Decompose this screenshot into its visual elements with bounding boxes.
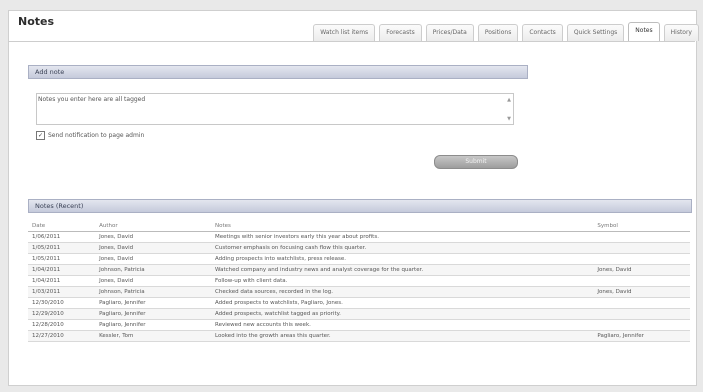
cell-author: Jones, David <box>95 275 211 287</box>
cell-note: Meetings with senior investors early thi… <box>211 231 594 243</box>
add-note-header: Add note <box>28 65 528 79</box>
cell-note: Added prospects to watchlists, Pagliaro,… <box>211 297 594 309</box>
column-header-symbol[interactable]: Symbol <box>593 220 690 232</box>
cell-date: 12/29/2010 <box>28 308 96 320</box>
cell-symbol <box>593 297 690 309</box>
cell-author: Johnson, Patricia <box>95 264 211 276</box>
table-row[interactable]: 1/03/2011 Johnson, Patricia Checked data… <box>28 286 690 298</box>
table-header-row: Date Author Notes Symbol <box>28 220 690 232</box>
table-row[interactable]: 1/06/2011 Jones, David Meetings with sen… <box>28 231 690 243</box>
cell-date: 1/06/2011 <box>28 231 96 243</box>
tab-watch-list[interactable]: Watch list items <box>313 24 376 41</box>
cell-note: Watched company and industry news and an… <box>211 264 594 276</box>
cell-symbol: Pagliaro, Jennifer <box>593 330 690 342</box>
cell-symbol <box>593 253 690 265</box>
tab-quick-settings[interactable]: Quick Settings <box>566 24 625 41</box>
tab-bar: Watch list items Forecasts Prices/Data P… <box>313 22 699 41</box>
cell-note: Customer emphasis on focusing cash flow … <box>211 242 594 254</box>
submit-button[interactable]: Submit <box>434 155 518 169</box>
scroll-down-icon[interactable]: ▼ <box>505 115 513 123</box>
cell-note: Checked data sources, recorded in the lo… <box>211 286 594 298</box>
cell-date: 12/30/2010 <box>28 297 96 309</box>
cell-note: Added prospects, watchlist tagged as pri… <box>211 308 594 320</box>
cell-symbol <box>593 231 690 243</box>
column-header-date[interactable]: Date <box>28 220 96 232</box>
table-row[interactable]: 12/29/2010 Pagliaro, Jennifer Added pros… <box>28 308 690 320</box>
cell-symbol <box>593 308 690 320</box>
column-header-notes[interactable]: Notes <box>211 220 594 232</box>
tab-prices-data[interactable]: Prices/Data <box>425 24 474 41</box>
cell-symbol <box>593 275 690 287</box>
tab-forecasts[interactable]: Forecasts <box>379 24 422 41</box>
cell-date: 12/27/2010 <box>28 330 96 342</box>
cell-author: Johnson, Patricia <box>95 286 211 298</box>
notify-checkbox[interactable]: ✓ <box>36 131 45 140</box>
note-instruction: Notes you enter here are all tagged <box>38 96 146 103</box>
table-row[interactable]: 1/05/2011 Jones, David Customer emphasis… <box>28 242 690 254</box>
cell-author: Pagliaro, Jennifer <box>95 319 211 331</box>
cell-note: Follow-up with client data. <box>211 275 594 287</box>
cell-symbol: Jones, David <box>593 286 690 298</box>
notify-row: ✓ Send notification to page admin <box>36 131 144 140</box>
notes-table: Date Author Notes Symbol 1/06/2011 Jones… <box>28 220 690 342</box>
cell-symbol: Jones, David <box>593 264 690 276</box>
table-row[interactable]: 12/27/2010 Kessler, Tom Looked into the … <box>28 330 690 342</box>
cell-note: Looked into the growth areas this quarte… <box>211 330 594 342</box>
tab-contacts[interactable]: Contacts <box>522 24 563 41</box>
notify-checkbox-label: Send notification to page admin <box>48 132 145 139</box>
table-row[interactable]: 1/04/2011 Johnson, Patricia Watched comp… <box>28 264 690 276</box>
table-row[interactable]: 1/05/2011 Jones, David Adding prospects … <box>28 253 690 265</box>
cell-symbol <box>593 242 690 254</box>
cell-date: 1/05/2011 <box>28 242 96 254</box>
cell-date: 12/28/2010 <box>28 319 96 331</box>
cell-author: Jones, David <box>95 253 211 265</box>
cell-author: Jones, David <box>95 242 211 254</box>
cell-note: Reviewed new accounts this week. <box>211 319 594 331</box>
tab-divider <box>8 41 695 42</box>
cell-author: Kessler, Tom <box>95 330 211 342</box>
table-row[interactable]: 12/30/2010 Pagliaro, Jennifer Added pros… <box>28 297 690 309</box>
cell-date: 1/04/2011 <box>28 264 96 276</box>
page-title: Notes <box>18 15 55 28</box>
cell-author: Pagliaro, Jennifer <box>95 297 211 309</box>
cell-author: Pagliaro, Jennifer <box>95 308 211 320</box>
cell-author: Jones, David <box>95 231 211 243</box>
recent-notes-header: Notes (Recent) <box>28 199 692 213</box>
cell-date: 1/04/2011 <box>28 275 96 287</box>
tab-positions[interactable]: Positions <box>477 24 519 41</box>
tab-notes[interactable]: Notes <box>628 22 660 41</box>
cell-date: 1/05/2011 <box>28 253 96 265</box>
cell-date: 1/03/2011 <box>28 286 96 298</box>
table-row[interactable]: 12/28/2010 Pagliaro, Jennifer Reviewed n… <box>28 319 690 331</box>
cell-note: Adding prospects into watchlists, press … <box>211 253 594 265</box>
cell-symbol <box>593 319 690 331</box>
table-row[interactable]: 1/04/2011 Jones, David Follow-up with cl… <box>28 275 690 287</box>
column-header-author[interactable]: Author <box>95 220 211 232</box>
tab-history[interactable]: History <box>663 24 699 41</box>
scroll-up-icon[interactable]: ▲ <box>505 96 513 104</box>
